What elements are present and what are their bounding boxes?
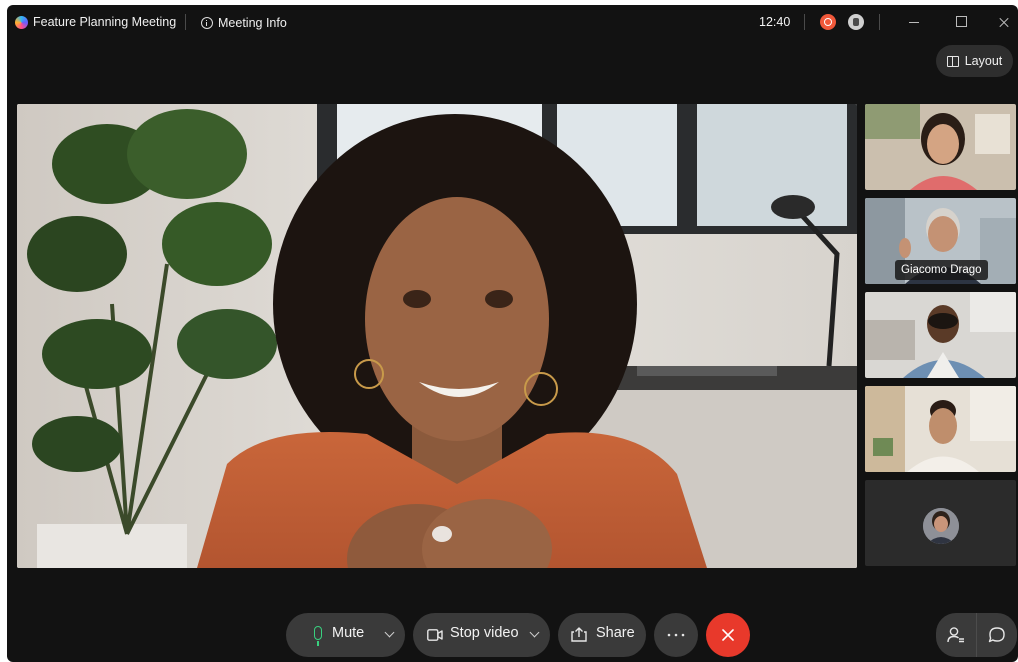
title-divider: [879, 14, 880, 30]
chat-button[interactable]: [976, 613, 1017, 657]
active-speaker-video: [17, 104, 857, 568]
meeting-clock: 12:40: [759, 15, 791, 29]
recording-icon[interactable]: [820, 14, 836, 30]
layout-label: Layout: [964, 54, 1003, 68]
meeting-info-label: Meeting Info: [218, 16, 287, 30]
app-logo-icon: [15, 16, 28, 29]
title-divider: [185, 14, 186, 30]
stop-video-label: Stop video: [450, 625, 519, 641]
mute-button[interactable]: Mute: [286, 613, 405, 657]
key-icon[interactable]: [848, 14, 864, 30]
mute-label: Mute: [332, 625, 365, 641]
avatar-image: [923, 508, 959, 544]
layout-icon: [946, 55, 959, 67]
minimize-icon[interactable]: [907, 13, 921, 31]
share-button[interactable]: Share: [558, 613, 646, 657]
participant-tile[interactable]: [865, 386, 1016, 472]
share-label: Share: [596, 625, 635, 641]
layout-button[interactable]: Layout: [936, 45, 1013, 77]
participant-name-tag: Giacomo Drago: [895, 260, 988, 280]
end-call-button[interactable]: [706, 613, 750, 657]
participant-tile[interactable]: [865, 480, 1016, 566]
avatar: [923, 508, 959, 544]
meeting-window: Feature Planning Meeting Meeting Info 12…: [7, 5, 1018, 662]
participant-video: [865, 386, 1016, 472]
speaker-video-frame: [17, 104, 857, 568]
microphone-icon: [314, 626, 322, 646]
participant-video: [865, 292, 1016, 378]
more-options-button[interactable]: [654, 613, 698, 657]
chevron-down-icon[interactable]: [384, 627, 395, 638]
participant-video: [865, 104, 1016, 190]
share-icon: [571, 627, 587, 642]
meeting-info-button[interactable]: Meeting Info: [201, 13, 287, 33]
maximize-icon[interactable]: [956, 16, 967, 27]
chat-icon: [988, 627, 1005, 643]
info-icon: [201, 17, 213, 29]
participant-tile[interactable]: Giacomo Drago: [865, 198, 1016, 284]
end-call-icon: [722, 629, 734, 641]
participant-tile[interactable]: [865, 292, 1016, 378]
meeting-title: Feature Planning Meeting: [33, 15, 177, 29]
participant-tile[interactable]: [865, 104, 1016, 190]
close-icon[interactable]: [997, 13, 1011, 31]
title-divider: [804, 14, 805, 30]
camera-icon: [427, 629, 443, 641]
title-bar: Feature Planning Meeting Meeting Info 12…: [7, 5, 1018, 39]
chevron-down-icon[interactable]: [529, 627, 540, 638]
participants-button[interactable]: [936, 613, 976, 657]
participants-icon: [947, 627, 964, 643]
more-icon: [667, 633, 685, 637]
stop-video-button[interactable]: Stop video: [413, 613, 550, 657]
